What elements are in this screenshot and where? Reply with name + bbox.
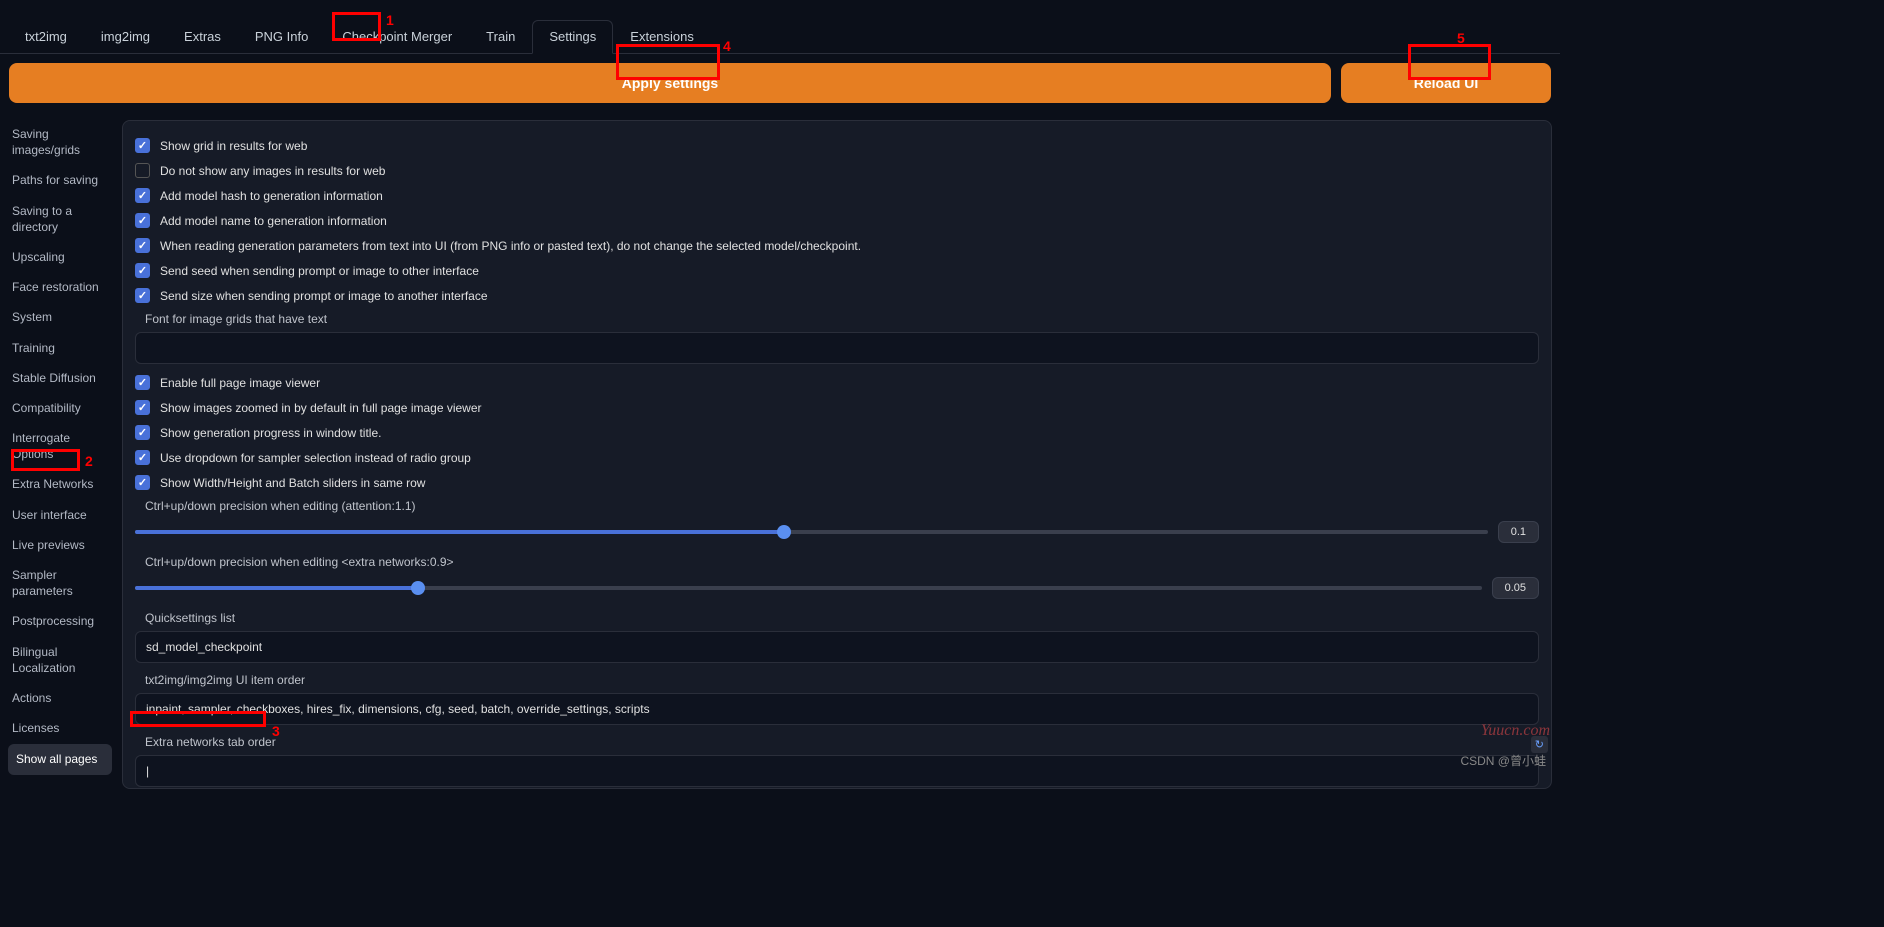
annotation-num-2: 2 bbox=[85, 453, 93, 469]
label-model-name: Add model name to generation information bbox=[160, 214, 387, 228]
tab-settings[interactable]: Settings bbox=[532, 20, 613, 54]
sidebar-face-restoration[interactable]: Face restoration bbox=[8, 273, 112, 301]
tab-txt2img[interactable]: txt2img bbox=[8, 20, 84, 53]
tab-extensions[interactable]: Extensions bbox=[613, 20, 711, 53]
annotation-num-1: 1 bbox=[386, 12, 394, 28]
checkbox-no-images[interactable] bbox=[135, 163, 150, 178]
uiorder-input[interactable] bbox=[135, 693, 1539, 725]
sidebar-training[interactable]: Training bbox=[8, 334, 112, 362]
sidebar-stable-diffusion[interactable]: Stable Diffusion bbox=[8, 364, 112, 392]
sidebar-actions[interactable]: Actions bbox=[8, 684, 112, 712]
checkbox-fullpage-viewer[interactable] bbox=[135, 375, 150, 390]
label-send-seed: Send seed when sending prompt or image t… bbox=[160, 264, 479, 278]
sidebar-postprocessing[interactable]: Postprocessing bbox=[8, 607, 112, 635]
quicksettings-input[interactable] bbox=[135, 631, 1539, 663]
sidebar-licenses[interactable]: Licenses bbox=[8, 714, 112, 742]
sidebar-system[interactable]: System bbox=[8, 303, 112, 331]
checkbox-zoom-default[interactable] bbox=[135, 400, 150, 415]
quicksettings-label: Quicksettings list bbox=[135, 607, 1539, 629]
tab-extras[interactable]: Extras bbox=[167, 20, 238, 53]
annotation-num-5: 5 bbox=[1457, 30, 1465, 46]
sidebar-live-previews[interactable]: Live previews bbox=[8, 531, 112, 559]
settings-panel: Show grid in results for web Do not show… bbox=[122, 120, 1552, 789]
sidebar-show-all[interactable]: Show all pages bbox=[8, 744, 112, 774]
tab-pnginfo[interactable]: PNG Info bbox=[238, 20, 325, 53]
sidebar-paths[interactable]: Paths for saving bbox=[8, 166, 112, 194]
checkbox-sliders-row[interactable] bbox=[135, 475, 150, 490]
font-input[interactable] bbox=[135, 332, 1539, 364]
tab-img2img[interactable]: img2img bbox=[84, 20, 167, 53]
sidebar-upscaling[interactable]: Upscaling bbox=[8, 243, 112, 271]
sidebar-interrogate[interactable]: Interrogate Options bbox=[8, 424, 112, 468]
label-send-size: Send size when sending prompt or image t… bbox=[160, 289, 488, 303]
uiorder-label: txt2img/img2img UI item order bbox=[135, 669, 1539, 691]
sidebar-saving-directory[interactable]: Saving to a directory bbox=[8, 197, 112, 241]
checkbox-model-hash[interactable] bbox=[135, 188, 150, 203]
checkbox-progress-title[interactable] bbox=[135, 425, 150, 440]
slider1-label: Ctrl+up/down precision when editing (att… bbox=[135, 495, 1539, 517]
reload-ui-button[interactable]: Reload UI bbox=[1341, 63, 1551, 103]
sidebar-extra-networks[interactable]: Extra Networks bbox=[8, 470, 112, 498]
checkbox-model-name[interactable] bbox=[135, 213, 150, 228]
sidebar-saving-images[interactable]: Saving images/grids bbox=[8, 120, 112, 164]
slider-attention-precision[interactable] bbox=[135, 530, 1488, 534]
font-label: Font for image grids that have text bbox=[135, 308, 1539, 330]
label-show-grid: Show grid in results for web bbox=[160, 139, 307, 153]
sidebar-user-interface[interactable]: User interface bbox=[8, 501, 112, 529]
sidebar-compatibility[interactable]: Compatibility bbox=[8, 394, 112, 422]
label-model-hash: Add model hash to generation information bbox=[160, 189, 383, 203]
checkbox-send-seed[interactable] bbox=[135, 263, 150, 278]
tab-train[interactable]: Train bbox=[469, 20, 532, 53]
label-read-params: When reading generation parameters from … bbox=[160, 239, 861, 253]
checkbox-dropdown-sampler[interactable] bbox=[135, 450, 150, 465]
annotation-num-3: 3 bbox=[272, 723, 280, 739]
label-no-images: Do not show any images in results for we… bbox=[160, 164, 385, 178]
watermark-site: Yuucn.com bbox=[1481, 722, 1550, 740]
annotation-num-4: 4 bbox=[723, 38, 731, 54]
main-tabs: txt2img img2img Extras PNG Info Checkpoi… bbox=[0, 10, 1560, 54]
sidebar-sampler-params[interactable]: Sampler parameters bbox=[8, 561, 112, 605]
checkbox-send-size[interactable] bbox=[135, 288, 150, 303]
extranet-input[interactable] bbox=[135, 755, 1539, 787]
slider2-label: Ctrl+up/down precision when editing <ext… bbox=[135, 551, 1539, 573]
tab-checkpoint-merger[interactable]: Checkpoint Merger bbox=[325, 20, 469, 53]
slider2-value[interactable]: 0.05 bbox=[1492, 577, 1539, 599]
extranet-label: Extra networks tab order bbox=[135, 731, 1539, 753]
sidebar-bilingual[interactable]: Bilingual Localization bbox=[8, 638, 112, 682]
checkbox-show-grid[interactable] bbox=[135, 138, 150, 153]
slider1-value[interactable]: 0.1 bbox=[1498, 521, 1539, 543]
settings-sidebar: Saving images/grids Paths for saving Sav… bbox=[8, 120, 112, 789]
checkbox-read-params[interactable] bbox=[135, 238, 150, 253]
slider-extranet-precision[interactable] bbox=[135, 586, 1482, 590]
watermark-author: CSDN @曾小蛙 bbox=[1460, 752, 1546, 769]
apply-settings-button[interactable]: Apply settings bbox=[9, 63, 1331, 103]
